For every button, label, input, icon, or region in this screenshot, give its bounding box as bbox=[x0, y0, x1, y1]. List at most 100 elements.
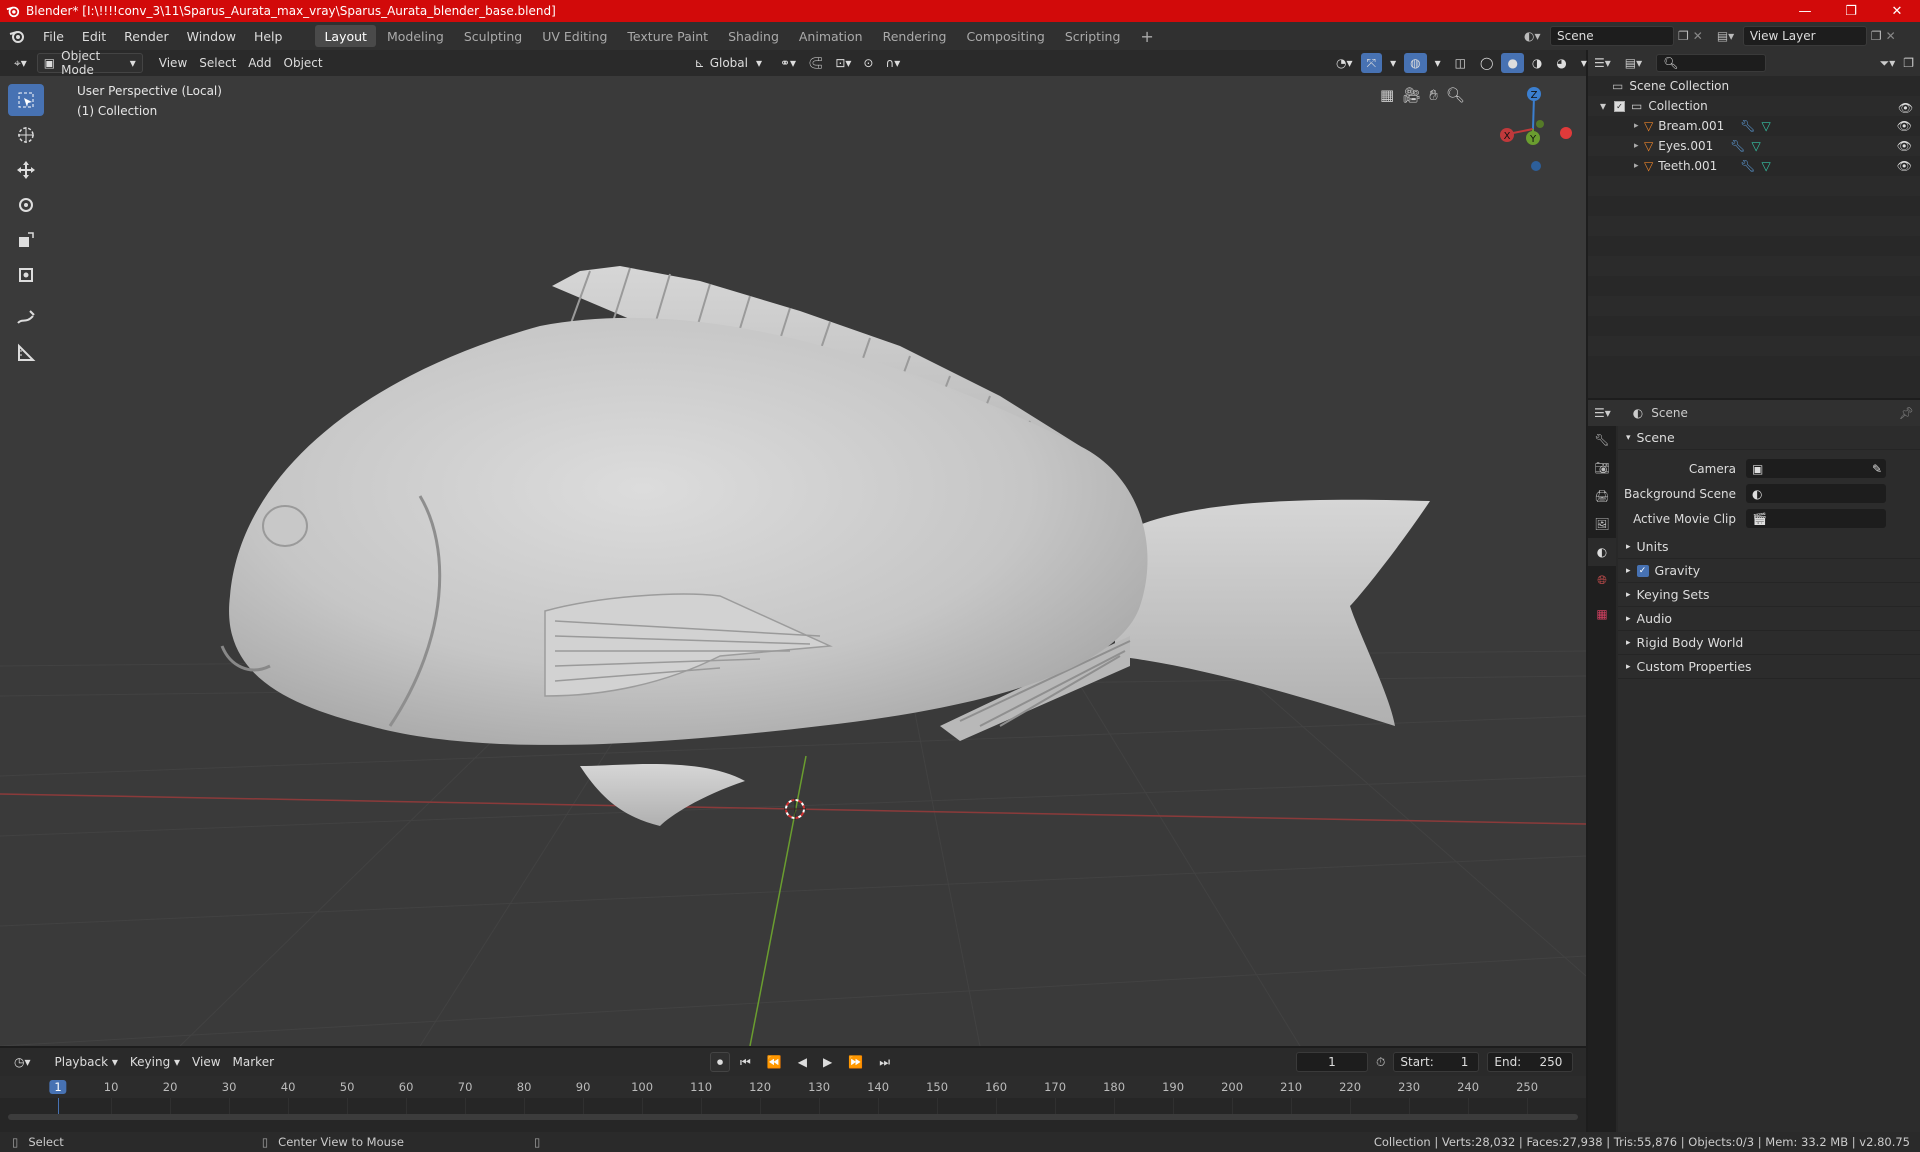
timeline-editor-type-icon[interactable]: ◷▾ bbox=[8, 1052, 37, 1072]
outliner-object-eyes[interactable]: ▸ ▽ Eyes.001 🔧︎ ▽ 👁︎ bbox=[1588, 136, 1920, 156]
visibility-filter-icon[interactable]: ◔▾ bbox=[1330, 53, 1359, 73]
zoom-icon[interactable]: 🔍︎ bbox=[1446, 86, 1465, 104]
display-mode-icon[interactable]: ▤▾ bbox=[1625, 56, 1642, 70]
view-layer-selector-icon[interactable]: ▤▾ bbox=[1717, 29, 1739, 43]
grid-view-icon[interactable]: ▦ bbox=[1380, 86, 1394, 104]
tab-shading[interactable]: Shading bbox=[719, 25, 788, 47]
xray-toggle-icon[interactable]: ◫ bbox=[1449, 53, 1472, 73]
viewport-menu-object[interactable]: Object bbox=[278, 53, 329, 73]
navigation-gizmo[interactable]: Z Y X bbox=[1490, 84, 1580, 174]
jump-next-keyframe-button[interactable]: ⏩ bbox=[842, 1052, 869, 1072]
timeline-menu-keying[interactable]: Keying ▾ bbox=[124, 1052, 186, 1072]
expand-arrow-icon[interactable]: ▸ bbox=[1634, 121, 1644, 131]
modifier-wrench-icon[interactable]: 🔧︎ bbox=[1740, 119, 1755, 133]
record-keyframe-button[interactable]: ⏺ bbox=[710, 1052, 731, 1072]
view-layer-tab-icon[interactable]: 🖼︎ bbox=[1588, 510, 1616, 538]
rigid-body-world-panel[interactable]: ▸ Rigid Body World bbox=[1618, 631, 1920, 655]
eye-icon[interactable]: 👁︎ bbox=[1897, 159, 1912, 173]
menu-help[interactable]: Help bbox=[245, 22, 292, 50]
stopwatch-icon[interactable]: ⏱ bbox=[1376, 1055, 1385, 1070]
gizmo-dropdown-icon[interactable]: ▾ bbox=[1384, 53, 1402, 73]
menu-file[interactable]: File bbox=[34, 22, 73, 50]
gravity-panel[interactable]: ▸ ✓ Gravity bbox=[1618, 559, 1920, 583]
neg-x-axis-icon[interactable] bbox=[1560, 127, 1572, 139]
active-movie-clip-field[interactable]: 🎬︎ bbox=[1746, 509, 1886, 528]
minimize-button[interactable]: — bbox=[1782, 0, 1828, 22]
viewport-canvas[interactable] bbox=[0, 76, 1586, 1046]
eye-icon[interactable]: 👁︎ bbox=[1897, 119, 1912, 133]
new-collection-icon[interactable]: ❐ bbox=[1903, 56, 1914, 70]
camera-view-icon[interactable]: 🎥︎ bbox=[1402, 86, 1421, 104]
timeline-menu-playback[interactable]: Playback ▾ bbox=[49, 1052, 124, 1072]
rotate-tool-icon[interactable] bbox=[8, 189, 44, 221]
mesh-data-icon[interactable]: ▽ bbox=[1761, 159, 1770, 173]
tool-tab-icon[interactable]: 🔧︎ bbox=[1588, 426, 1616, 454]
properties-editor-type-icon[interactable]: ☰▾ bbox=[1594, 406, 1611, 420]
tab-texture-paint[interactable]: Texture Paint bbox=[618, 25, 717, 47]
select-box-tool-icon[interactable] bbox=[8, 84, 44, 116]
current-frame-field[interactable]: 1 bbox=[1296, 1052, 1368, 1072]
background-scene-field[interactable]: ◐ bbox=[1746, 484, 1886, 503]
blender-menu-icon[interactable] bbox=[0, 28, 34, 44]
camera-field[interactable]: ▣ ✎ bbox=[1746, 459, 1886, 478]
outliner-search-input[interactable]: 🔍︎ bbox=[1656, 54, 1767, 72]
new-scene-icon[interactable]: ❐ bbox=[1678, 29, 1689, 43]
end-frame-field[interactable]: End: 250 bbox=[1487, 1052, 1574, 1072]
neg-z-axis-icon[interactable] bbox=[1531, 161, 1541, 171]
outliner-editor-type-icon[interactable]: ☰▾ bbox=[1594, 56, 1611, 70]
remove-scene-icon[interactable]: ✕ bbox=[1693, 29, 1703, 43]
outliner-scene-collection[interactable]: ▭ Scene Collection bbox=[1588, 76, 1920, 96]
current-frame-indicator[interactable]: 1 bbox=[49, 1080, 67, 1094]
texture-tab-icon[interactable]: ▦ bbox=[1588, 600, 1616, 628]
outliner-object-bream[interactable]: ▸ ▽ Bream.001 🔧︎ ▽ 👁︎ bbox=[1588, 116, 1920, 136]
play-reverse-button[interactable]: ◀ bbox=[792, 1052, 813, 1072]
scene-panel-header[interactable]: ▾ Scene bbox=[1618, 426, 1920, 450]
audio-panel[interactable]: ▸ Audio bbox=[1618, 607, 1920, 631]
keying-sets-panel[interactable]: ▸ Keying Sets bbox=[1618, 583, 1920, 607]
transform-tool-icon[interactable] bbox=[8, 259, 44, 291]
editor-type-icon[interactable]: ⌖▾ bbox=[8, 53, 33, 73]
timeline-scrollbar[interactable] bbox=[8, 1114, 1578, 1120]
menu-render[interactable]: Render bbox=[115, 22, 178, 50]
pan-hand-icon[interactable]: ✋︎ bbox=[1429, 86, 1438, 104]
play-button[interactable]: ▶ bbox=[817, 1052, 838, 1072]
neg-y-axis-icon[interactable] bbox=[1536, 120, 1544, 128]
eye-icon[interactable]: 👁︎ bbox=[1897, 139, 1912, 153]
proportional-editing-icon[interactable]: ⊙ bbox=[857, 53, 879, 73]
menu-edit[interactable]: Edit bbox=[73, 22, 115, 50]
snap-icon[interactable]: 🧲︎ bbox=[802, 53, 829, 73]
view-layer-field[interactable]: View Layer bbox=[1742, 26, 1867, 46]
start-frame-field[interactable]: Start: 1 bbox=[1393, 1052, 1480, 1072]
tab-sculpting[interactable]: Sculpting bbox=[455, 25, 531, 47]
tab-layout[interactable]: Layout bbox=[315, 25, 376, 47]
output-tab-icon[interactable]: 🖨︎ bbox=[1588, 482, 1616, 510]
add-workspace-button[interactable]: + bbox=[1131, 25, 1162, 47]
timeline-menu-marker[interactable]: Marker bbox=[227, 1052, 280, 1072]
transform-orientation-dropdown[interactable]: ⊾ Global ▾ bbox=[689, 53, 768, 73]
material-shading-icon[interactable]: ◑ bbox=[1526, 53, 1548, 73]
move-tool-icon[interactable] bbox=[8, 154, 44, 186]
new-view-layer-icon[interactable]: ❐ bbox=[1871, 29, 1882, 43]
overlay-toggle-icon[interactable]: ◍ bbox=[1404, 53, 1427, 73]
wireframe-shading-icon[interactable]: ◯ bbox=[1474, 53, 1499, 73]
outliner-object-teeth[interactable]: ▸ ▽ Teeth.001 🔧︎ ▽ 👁︎ bbox=[1588, 156, 1920, 176]
tab-modeling[interactable]: Modeling bbox=[378, 25, 453, 47]
custom-properties-panel[interactable]: ▸ Custom Properties bbox=[1618, 655, 1920, 679]
gravity-checkbox[interactable]: ✓ bbox=[1636, 564, 1649, 577]
tab-rendering[interactable]: Rendering bbox=[874, 25, 956, 47]
expand-arrow-icon[interactable]: ▸ bbox=[1634, 161, 1644, 171]
mesh-data-icon[interactable]: ▽ bbox=[1751, 139, 1760, 153]
filter-icon[interactable]: ⏷▾ bbox=[1880, 56, 1896, 71]
rendered-shading-icon[interactable]: ◕ bbox=[1550, 53, 1572, 73]
collection-checkbox[interactable]: ✓ bbox=[1614, 100, 1625, 112]
tab-animation[interactable]: Animation bbox=[790, 25, 872, 47]
gizmo-toggle-icon[interactable]: ⤧ bbox=[1360, 53, 1383, 73]
scene-selector-icon[interactable]: ◐▾ bbox=[1524, 29, 1546, 43]
tab-uv-editing[interactable]: UV Editing bbox=[533, 25, 616, 47]
pivot-point-icon[interactable]: ⚭▾ bbox=[774, 53, 802, 73]
render-tab-icon[interactable]: 📷︎ bbox=[1588, 454, 1616, 482]
3d-viewport[interactable]: User Perspective (Local) (1) Collection … bbox=[0, 76, 1586, 1046]
viewport-menu-add[interactable]: Add bbox=[242, 53, 277, 73]
viewport-menu-select[interactable]: Select bbox=[193, 53, 242, 73]
solid-shading-icon[interactable]: ● bbox=[1501, 53, 1524, 73]
